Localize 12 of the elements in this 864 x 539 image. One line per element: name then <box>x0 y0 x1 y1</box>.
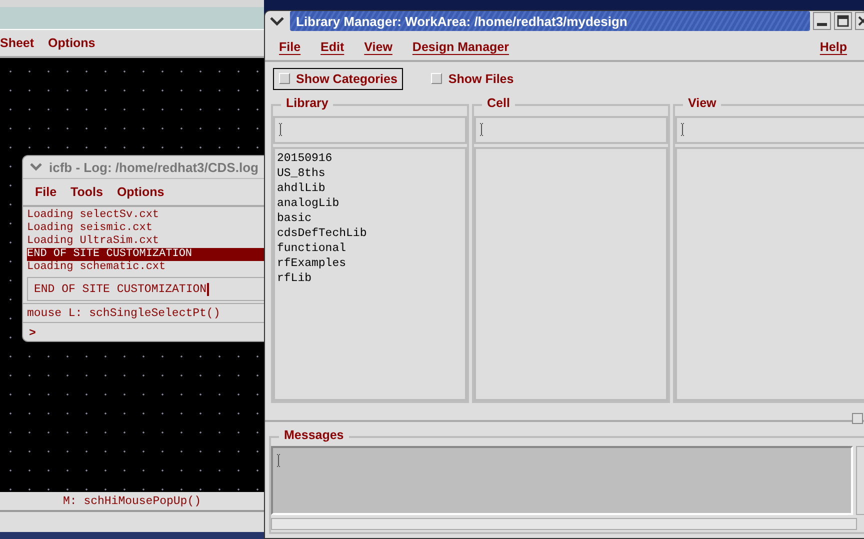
column-title: Library <box>281 96 334 110</box>
window-title: Library Manager: WorkArea: /home/redhat3/mydesign <box>296 14 628 29</box>
window-title: icfb - Log: /home/redhat3/CDS.log <box>49 160 258 174</box>
log-line: Loading UltraSim.cxt <box>27 235 160 248</box>
column-title: Cell <box>482 96 515 110</box>
mouse-binding-text: mouse L: schSingleSelectPt() <box>23 303 265 323</box>
log-line: Loading seismic.cxt <box>27 222 154 235</box>
messages-title: Messages <box>279 428 349 442</box>
log-line: Loading schematic.cxt <box>27 261 167 274</box>
column-title: View <box>683 96 722 110</box>
log-line: Loading selectSv.cxt <box>27 209 160 222</box>
status-text: M: schHiMousePopUp() <box>62 494 202 508</box>
